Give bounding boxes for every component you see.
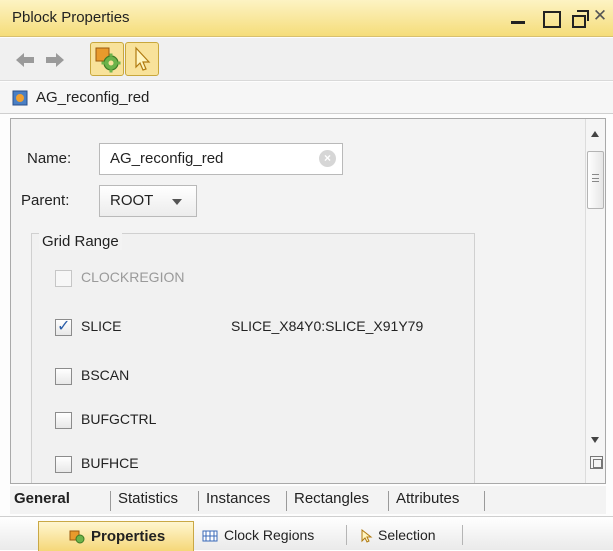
checkmark-icon: ✓ xyxy=(57,318,71,335)
grid-range-row-slice: ✓ SLICE SLICE_X84Y0:SLICE_X91Y79 xyxy=(55,316,475,340)
scroll-down-icon[interactable] xyxy=(591,437,599,443)
panel-title: Pblock Properties xyxy=(12,9,130,26)
maximize-icon[interactable] xyxy=(538,5,562,29)
bufhce-checkbox[interactable] xyxy=(55,456,72,473)
scroll-up-icon[interactable] xyxy=(591,131,599,137)
property-tabs: General Statistics Instances Rectangles … xyxy=(10,486,606,514)
vertical-scrollbar[interactable] xyxy=(585,119,605,483)
window-tab-bar: Properties Clock Regions Selection xyxy=(0,516,613,551)
grid-range-title: Grid Range xyxy=(39,233,122,250)
tab-attributes[interactable]: Attributes xyxy=(396,490,459,507)
cursor-icon xyxy=(358,528,374,543)
tab-selection-label: Selection xyxy=(378,527,436,543)
tab-instances[interactable]: Instances xyxy=(206,490,270,507)
grip-icon xyxy=(592,174,599,182)
properties-icon xyxy=(69,530,85,544)
object-name: AG_reconfig_red xyxy=(36,89,150,106)
tab-rectangles[interactable]: Rectangles xyxy=(294,490,369,507)
scrollbar-thumb[interactable] xyxy=(587,151,604,209)
gear-icon[interactable] xyxy=(90,42,124,76)
tab-separator xyxy=(110,491,111,511)
bufhce-label: BUFHCE xyxy=(81,455,139,471)
bufgctrl-checkbox[interactable] xyxy=(55,412,72,429)
pblock-properties-panel: Pblock Properties ✕ AG_reconfig_red Name… xyxy=(0,0,613,551)
float-window-icon[interactable] xyxy=(568,5,592,29)
slice-checkbox[interactable]: ✓ xyxy=(55,318,72,336)
name-label: Name: xyxy=(27,150,72,167)
tab-selection[interactable]: Selection xyxy=(350,521,460,551)
parent-selected-value: ROOT xyxy=(110,192,154,209)
tab-properties[interactable]: Properties xyxy=(38,521,194,551)
tab-separator xyxy=(286,491,287,511)
clockregion-label: CLOCKREGION xyxy=(81,269,185,285)
tab-general[interactable]: General xyxy=(14,490,70,507)
tab-separator xyxy=(388,491,389,511)
close-icon[interactable]: ✕ xyxy=(591,6,609,26)
title-bar: Pblock Properties ✕ xyxy=(0,0,613,37)
properties-scroll-area[interactable]: Name: AG_reconfig_red × Parent: ROOT Gri… xyxy=(10,118,606,484)
bscan-label: BSCAN xyxy=(81,367,130,383)
minimize-icon[interactable] xyxy=(506,5,530,29)
clock-regions-icon xyxy=(202,529,218,543)
general-properties: Name: AG_reconfig_red × Parent: ROOT Gri… xyxy=(11,119,585,483)
arrow-right-icon[interactable] xyxy=(40,46,68,74)
tab-separator xyxy=(462,525,463,545)
object-row: AG_reconfig_red xyxy=(0,82,613,114)
name-field[interactable]: AG_reconfig_red xyxy=(99,143,343,175)
tab-clock-regions-label: Clock Regions xyxy=(224,527,315,543)
tab-separator xyxy=(198,491,199,511)
clear-icon[interactable]: × xyxy=(319,150,336,167)
slice-label: SLICE xyxy=(81,318,122,334)
pblock-icon xyxy=(12,90,28,106)
name-field-value: AG_reconfig_red xyxy=(110,150,224,167)
slice-range-value: SLICE_X84Y0:SLICE_X91Y79 xyxy=(231,318,424,334)
arrow-left-icon[interactable] xyxy=(12,46,40,74)
parent-label: Parent: xyxy=(21,192,70,209)
chevron-down-icon xyxy=(172,199,182,205)
tab-statistics[interactable]: Statistics xyxy=(118,490,178,507)
clockregion-checkbox[interactable] xyxy=(55,270,72,287)
toolbar xyxy=(0,38,613,81)
tab-separator xyxy=(346,525,347,545)
restore-icon[interactable] xyxy=(590,456,603,469)
tab-separator xyxy=(484,491,485,511)
tab-properties-label: Properties xyxy=(91,528,166,545)
tab-clock-regions[interactable]: Clock Regions xyxy=(196,521,346,551)
parent-dropdown[interactable]: ROOT xyxy=(99,185,197,217)
bufgctrl-label: BUFGCTRL xyxy=(81,411,157,427)
cursor-icon[interactable] xyxy=(125,42,159,76)
bscan-checkbox[interactable] xyxy=(55,368,72,385)
